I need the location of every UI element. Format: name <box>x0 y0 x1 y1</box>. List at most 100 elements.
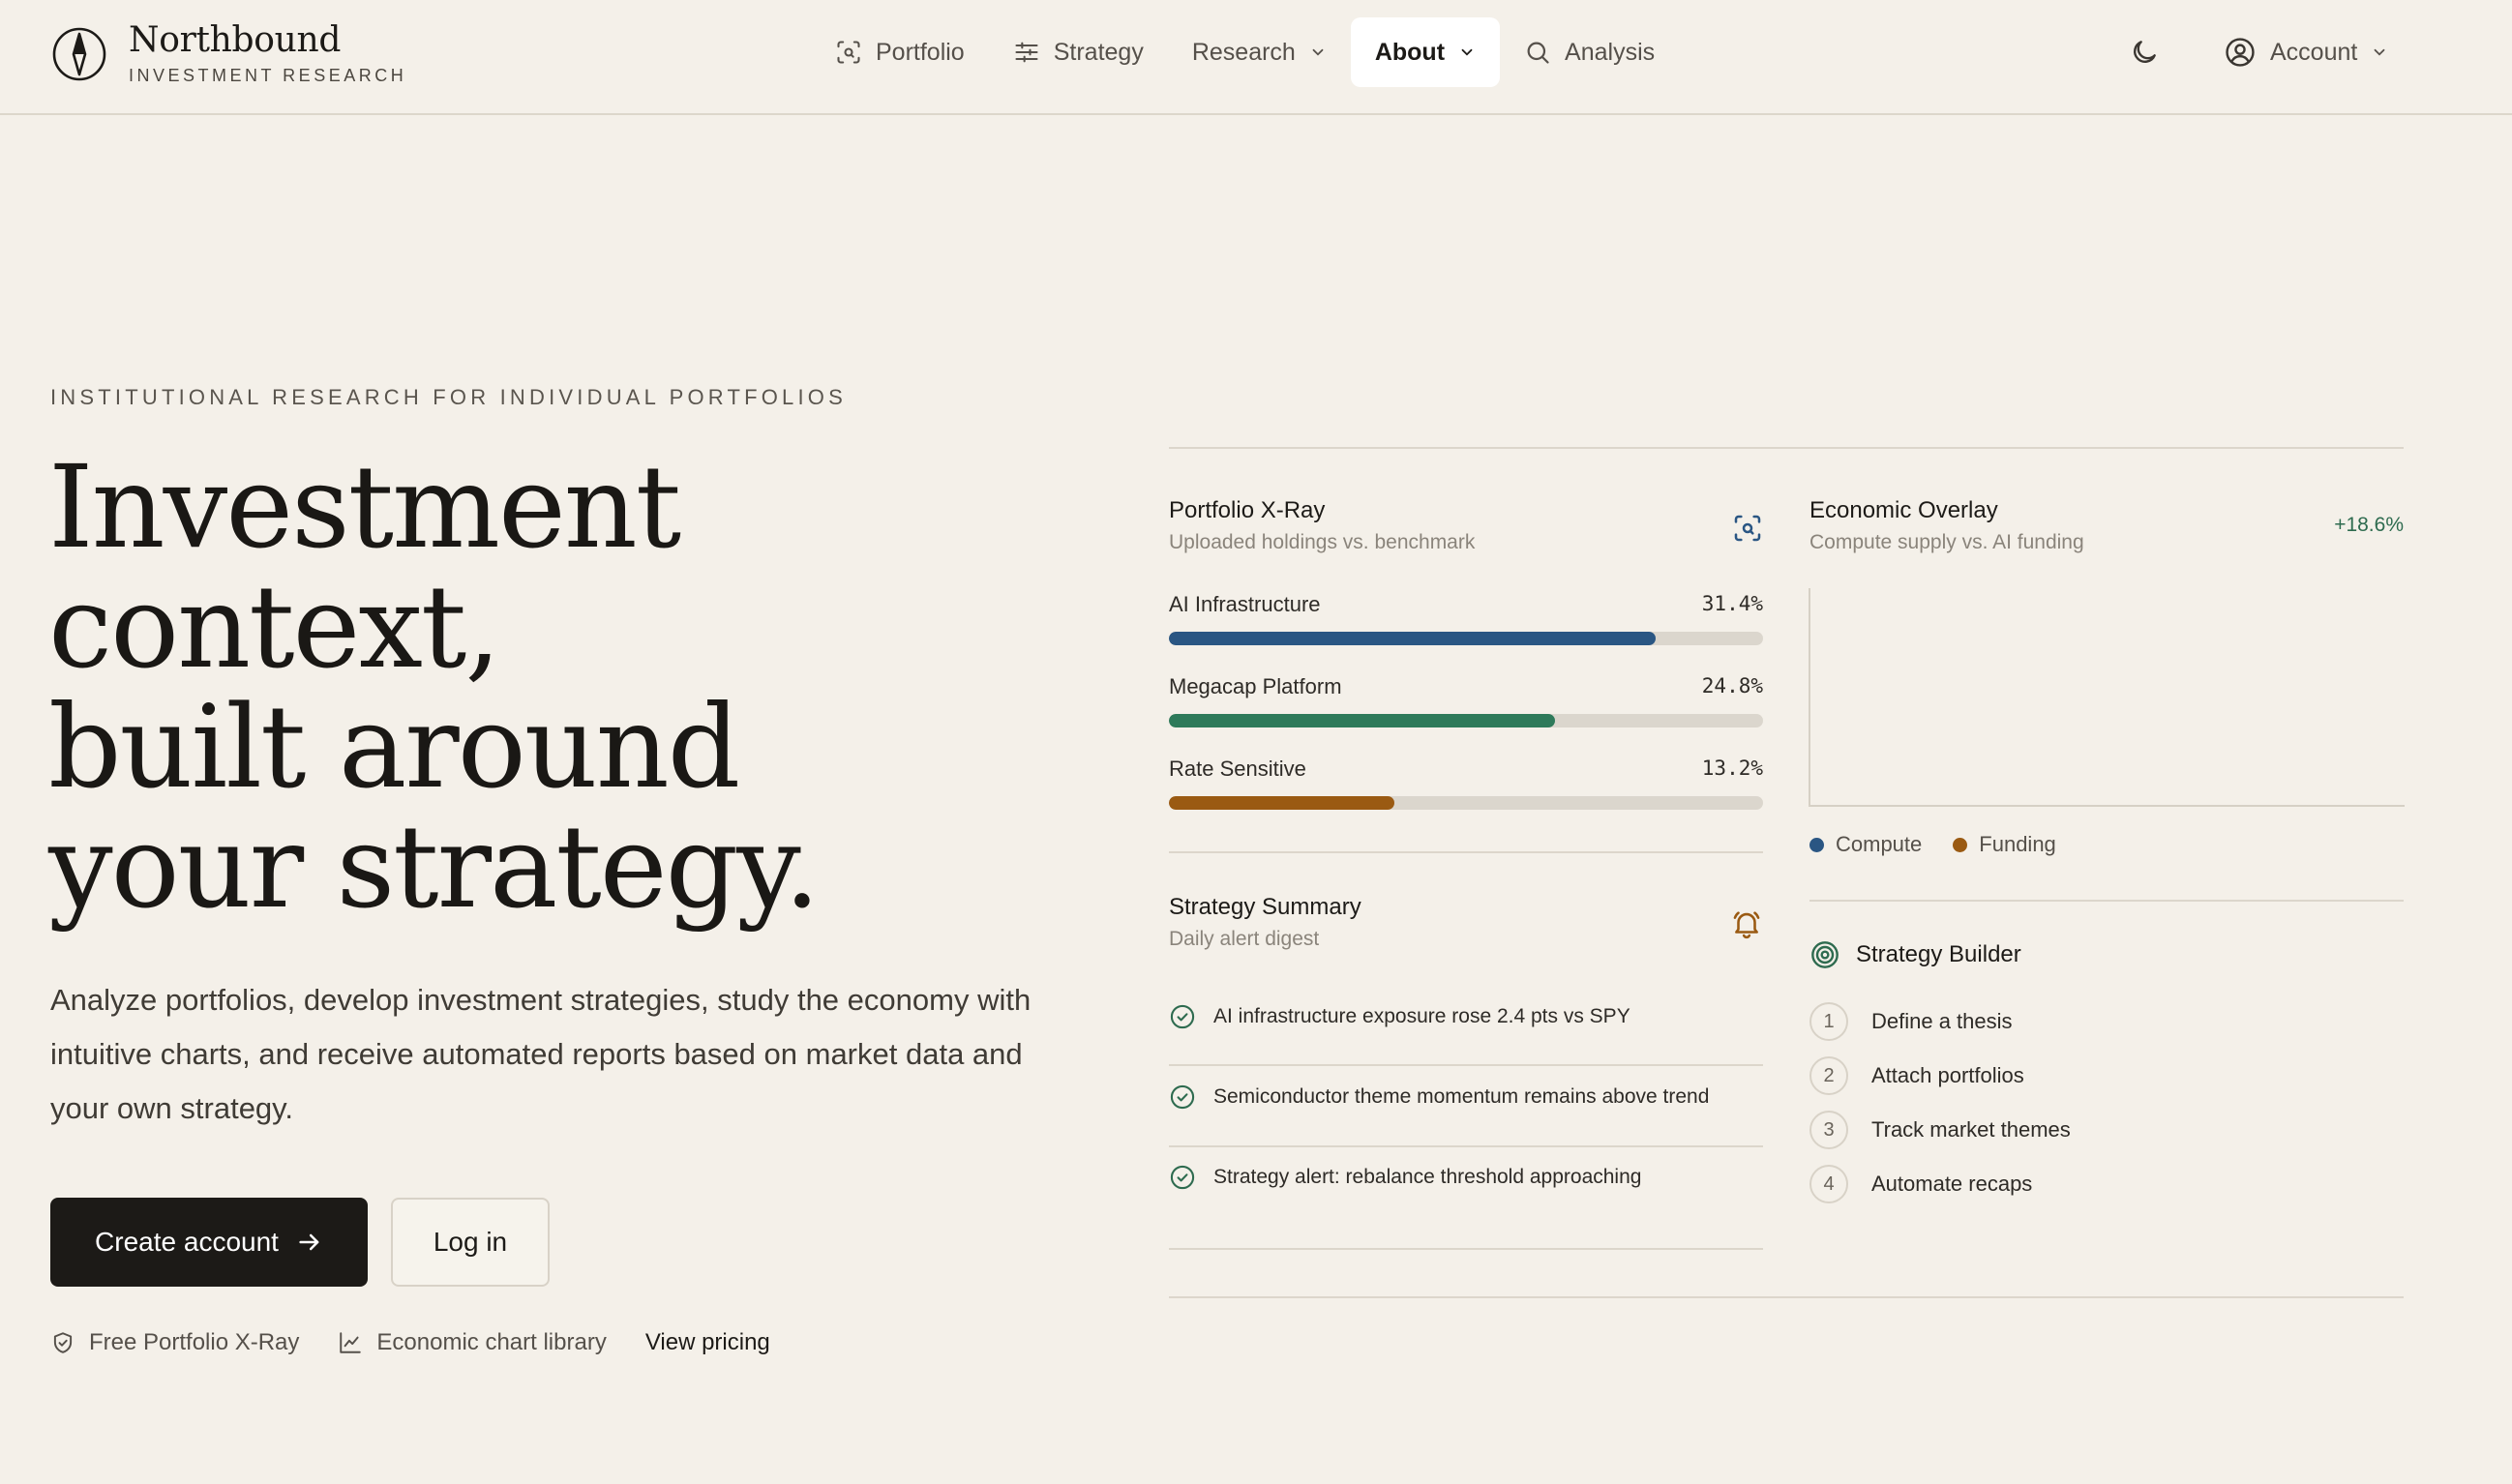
legend-item: Compute <box>1809 832 1922 857</box>
exposure-bar-fill <box>1169 714 1556 727</box>
view-pricing-link[interactable]: View pricing <box>645 1329 770 1356</box>
exposure-value: 24.8% <box>1701 674 1763 697</box>
nav-item-portfolio[interactable]: Portfolio <box>811 17 989 87</box>
nav-label: Research <box>1191 38 1296 66</box>
scan-search-icon[interactable] <box>1732 513 1763 544</box>
check-circle-icon <box>1170 1004 1195 1029</box>
legend-label: Compute <box>1836 832 1923 856</box>
nav-label: About <box>1374 38 1446 66</box>
exposure-bar-track <box>1169 796 1763 810</box>
alert-divider <box>1169 1145 1763 1147</box>
log-in-button[interactable]: Log in <box>391 1198 550 1287</box>
brand-text: Northbound INVESTMENT RESEARCH <box>129 21 406 86</box>
summary-title: Strategy Summary <box>1169 894 1361 920</box>
exposure-bar-track <box>1169 714 1763 727</box>
moon-icon <box>2134 41 2156 63</box>
builder-step[interactable]: 2 Attach portfolios <box>1809 1056 2024 1095</box>
legend-swatch <box>1809 837 1824 852</box>
main-nav: Portfolio Strategy Research About Analys… <box>811 17 1679 87</box>
nav-label: Analysis <box>1565 38 1656 66</box>
nav-item-research[interactable]: Research <box>1168 17 1351 87</box>
brand-name: Northbound <box>129 20 342 60</box>
step-label: Define a thesis <box>1871 1009 2013 1033</box>
summary-subtitle: Daily alert digest <box>1169 928 1320 950</box>
step-number: 1 <box>1809 1002 1848 1041</box>
free-xray-link[interactable]: Free Portfolio X-Ray <box>50 1329 299 1356</box>
panel-top-rule <box>1169 447 2404 449</box>
exposure-label: Rate Sensitive <box>1169 757 1306 781</box>
nav-label: Strategy <box>1053 38 1144 66</box>
hero-lede: Analyze portfolios, develop investment s… <box>50 983 1032 1125</box>
target-icon <box>1811 941 1839 968</box>
panel-bottom-rule <box>1169 1296 2404 1298</box>
overlay-chart-area <box>1809 588 2405 807</box>
headline-line: built around <box>48 680 740 814</box>
chart-library-label: Economic chart library <box>376 1329 607 1355</box>
overlay-subtitle: Compute supply vs. AI funding <box>1809 531 2084 553</box>
exposure-label: AI Infrastructure <box>1169 592 1321 616</box>
brand[interactable]: Northbound INVESTMENT RESEARCH <box>51 21 406 86</box>
hero-links: Free Portfolio X-Ray Economic chart libr… <box>50 1329 770 1356</box>
headline-line: Investment <box>48 440 681 574</box>
card-divider <box>1809 900 2404 902</box>
theme-toggle-button[interactable] <box>2125 33 2164 72</box>
builder-step[interactable]: 3 Track market themes <box>1809 1111 2071 1149</box>
compass-logo-icon <box>52 27 106 80</box>
nav-item-about[interactable]: About <box>1350 17 1501 87</box>
alert-item[interactable]: AI infrastructure exposure rose 2.4 pts … <box>1169 1003 1763 1030</box>
scan-search-icon <box>837 41 860 64</box>
builder-step[interactable]: 4 Automate recaps <box>1809 1165 2032 1203</box>
alert-text: AI infrastructure exposure rose 2.4 pts … <box>1213 1005 1630 1027</box>
free-xray-label: Free Portfolio X-Ray <box>89 1329 300 1355</box>
alert-item[interactable]: Semiconductor theme momentum remains abo… <box>1169 1083 1763 1111</box>
exposure-bar-fill <box>1169 632 1657 645</box>
chart-library-link[interactable]: Economic chart library <box>338 1329 607 1356</box>
xray-subtitle: Uploaded holdings vs. benchmark <box>1169 531 1476 553</box>
account-menu-button[interactable]: Account <box>2224 36 2388 69</box>
hero-eyebrow: INSTITUTIONAL RESEARCH FOR INDIVIDUAL PO… <box>50 385 847 409</box>
builder-step[interactable]: 1 Define a thesis <box>1809 1002 2013 1041</box>
alert-divider <box>1169 1064 1763 1066</box>
exposure-value: 31.4% <box>1701 592 1763 615</box>
exposure-bar-track <box>1169 632 1763 645</box>
user-circle-icon <box>2226 38 2255 67</box>
card-divider <box>1169 1248 1763 1250</box>
create-account-label: Create account <box>95 1227 279 1257</box>
alert-item[interactable]: Strategy alert: rebalance threshold appr… <box>1169 1164 1763 1191</box>
nav-item-strategy[interactable]: Strategy <box>989 17 1168 87</box>
step-number: 4 <box>1809 1165 1848 1203</box>
create-account-button[interactable]: Create account <box>50 1198 368 1287</box>
legend-swatch <box>1953 837 1968 852</box>
chevron-down-icon <box>2374 48 2385 56</box>
site-header: Northbound INVESTMENT RESEARCH Portfolio… <box>0 0 2512 115</box>
nav-label: Portfolio <box>876 38 965 66</box>
header-actions: Account <box>2125 17 2388 87</box>
card-divider <box>1169 851 1763 853</box>
step-label: Track market themes <box>1871 1117 2071 1142</box>
overlay-title: Economic Overlay <box>1809 497 1998 523</box>
exposure-row: Rate Sensitive 13.2% <box>1169 757 1763 810</box>
exposure-row: Megacap Platform 24.8% <box>1169 674 1763 727</box>
sliders-icon <box>1015 42 1038 63</box>
check-circle-icon <box>1170 1165 1195 1190</box>
chevron-down-icon <box>1312 48 1324 56</box>
step-label: Attach portfolios <box>1871 1063 2024 1087</box>
nav-item-analysis[interactable]: Analysis <box>1500 17 1679 87</box>
chevron-down-icon <box>1461 48 1473 56</box>
overlay-legend: Compute Funding <box>1809 832 2056 857</box>
line-chart-icon <box>340 1332 362 1353</box>
exposure-label: Megacap Platform <box>1169 674 1342 698</box>
bell-icon[interactable] <box>1730 907 1763 940</box>
brand-tagline: INVESTMENT RESEARCH <box>129 66 407 85</box>
alert-text: Semiconductor theme momentum remains abo… <box>1213 1085 1710 1108</box>
step-number: 2 <box>1809 1056 1848 1095</box>
builder-title: Strategy Builder <box>1856 941 2021 967</box>
legend-item: Funding <box>1953 832 2056 857</box>
legend-label: Funding <box>1979 832 2056 856</box>
account-label: Account <box>2270 38 2358 66</box>
exposure-bar-fill <box>1169 796 1395 810</box>
exposure-value: 13.2% <box>1701 757 1763 780</box>
check-circle-icon <box>1170 1084 1195 1110</box>
hero-headline: Investment context, built around your st… <box>48 447 1074 927</box>
headline-line: your strategy. <box>48 800 821 934</box>
